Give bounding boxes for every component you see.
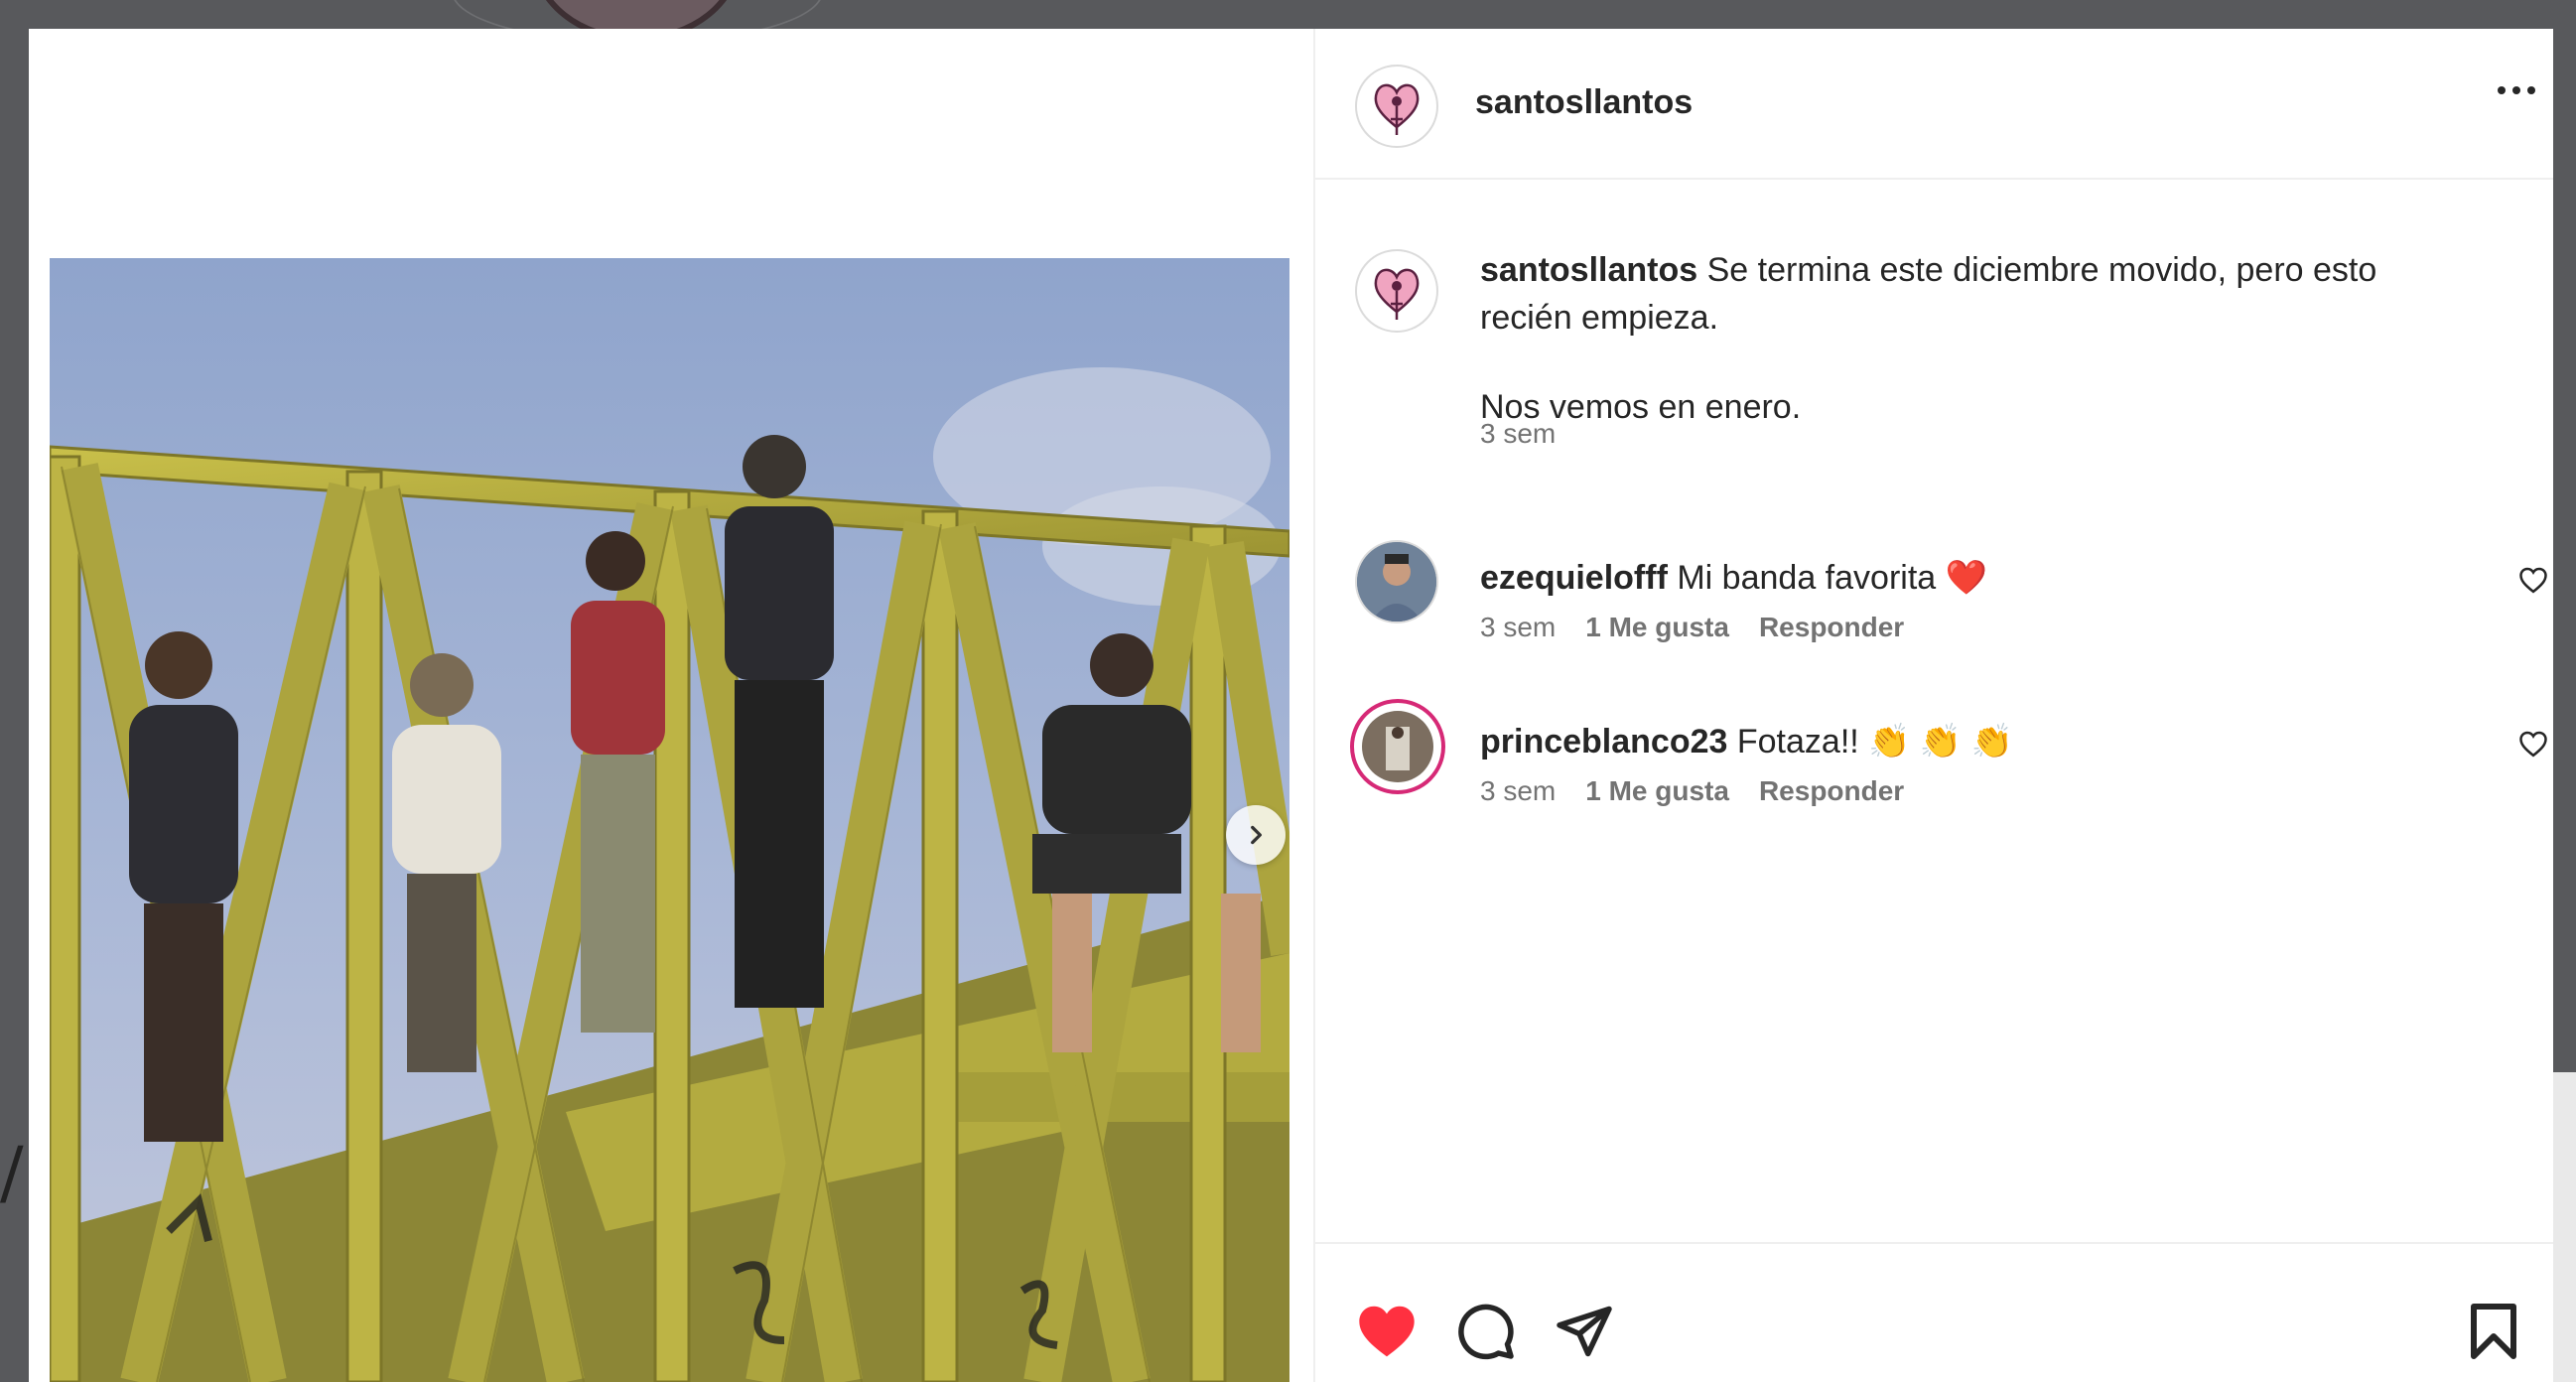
profile-photo-icon bbox=[1357, 542, 1436, 622]
post-header: santosllantos bbox=[1315, 29, 2553, 180]
comment-button[interactable] bbox=[1456, 1302, 1516, 1366]
more-dot bbox=[2527, 86, 2535, 94]
comment-body: Mi banda favorita bbox=[1677, 559, 1946, 597]
clap-emojis: 👏 👏 👏 bbox=[1868, 723, 2014, 760]
comment-like-button[interactable] bbox=[2518, 566, 2548, 599]
commenter-avatar-story-ring[interactable] bbox=[1350, 699, 1445, 794]
caption-meta: 3 sem bbox=[1480, 418, 1556, 450]
next-image-button[interactable] bbox=[1226, 805, 1286, 865]
comment-text: ezequielofff Mi banda favorita ❤️ bbox=[1480, 554, 2423, 602]
reply-button[interactable]: Responder bbox=[1759, 775, 1904, 807]
comment-time[interactable]: 3 sem bbox=[1480, 612, 1556, 643]
heart-emoji: ❤️ bbox=[1945, 559, 1987, 597]
comment-bubble-icon bbox=[1458, 1304, 1514, 1360]
caption-author-avatar[interactable] bbox=[1355, 249, 1438, 333]
chevron-right-icon bbox=[1251, 825, 1262, 845]
commenter-avatar[interactable] bbox=[1355, 540, 1438, 623]
more-options-button[interactable] bbox=[2487, 70, 2546, 110]
comment-likes-link[interactable]: 1 Me gusta bbox=[1585, 612, 1729, 643]
comment-time[interactable]: 3 sem bbox=[1480, 775, 1556, 807]
heart-outline-icon bbox=[2519, 567, 2547, 594]
post-sidebar: santosllantos santosllantos Se termina e… bbox=[1313, 29, 2553, 1382]
post-media bbox=[29, 29, 1313, 1382]
comment-meta: 3 sem 1 Me gusta Responder bbox=[1480, 775, 1904, 807]
save-button[interactable] bbox=[2467, 1302, 2520, 1366]
caption-time[interactable]: 3 sem bbox=[1480, 418, 1556, 450]
caption-username[interactable]: santosllantos bbox=[1480, 251, 1697, 289]
heart-filled-icon bbox=[1359, 1306, 1415, 1357]
post-actions bbox=[1315, 1242, 2553, 1382]
header-username[interactable]: santosllantos bbox=[1475, 83, 1693, 122]
share-button[interactable] bbox=[1554, 1302, 1615, 1366]
bookmark-icon bbox=[2471, 1304, 2516, 1359]
comment-username[interactable]: princeblanco23 bbox=[1480, 723, 1727, 760]
heart-logo-icon bbox=[1374, 83, 1420, 135]
post-photo bbox=[50, 258, 1289, 1382]
comment-like-button[interactable] bbox=[2518, 730, 2548, 762]
caption-text: santosllantos Se termina este diciembre … bbox=[1480, 246, 2423, 431]
background-edge bbox=[2553, 1072, 2576, 1382]
comment-username[interactable]: ezequielofff bbox=[1480, 559, 1668, 597]
more-dot bbox=[2512, 86, 2520, 94]
comment-meta: 3 sem 1 Me gusta Responder bbox=[1480, 612, 1904, 643]
comment-likes-link[interactable]: 1 Me gusta bbox=[1585, 775, 1729, 807]
like-button[interactable] bbox=[1355, 1302, 1419, 1364]
heart-outline-icon bbox=[2519, 731, 2547, 758]
author-avatar[interactable] bbox=[1355, 65, 1438, 148]
profile-photo-icon bbox=[1362, 711, 1433, 782]
reply-button[interactable]: Responder bbox=[1759, 612, 1904, 643]
heart-logo-icon bbox=[1374, 268, 1420, 320]
post-modal: santosllantos santosllantos Se termina e… bbox=[29, 29, 2553, 1382]
comment-text: princeblanco23 Fotaza!! 👏 👏 👏 bbox=[1480, 718, 2423, 765]
comment-body: Fotaza!! bbox=[1736, 723, 1869, 760]
more-options-icon bbox=[2498, 86, 2506, 94]
paper-plane-icon bbox=[1557, 1306, 1612, 1357]
